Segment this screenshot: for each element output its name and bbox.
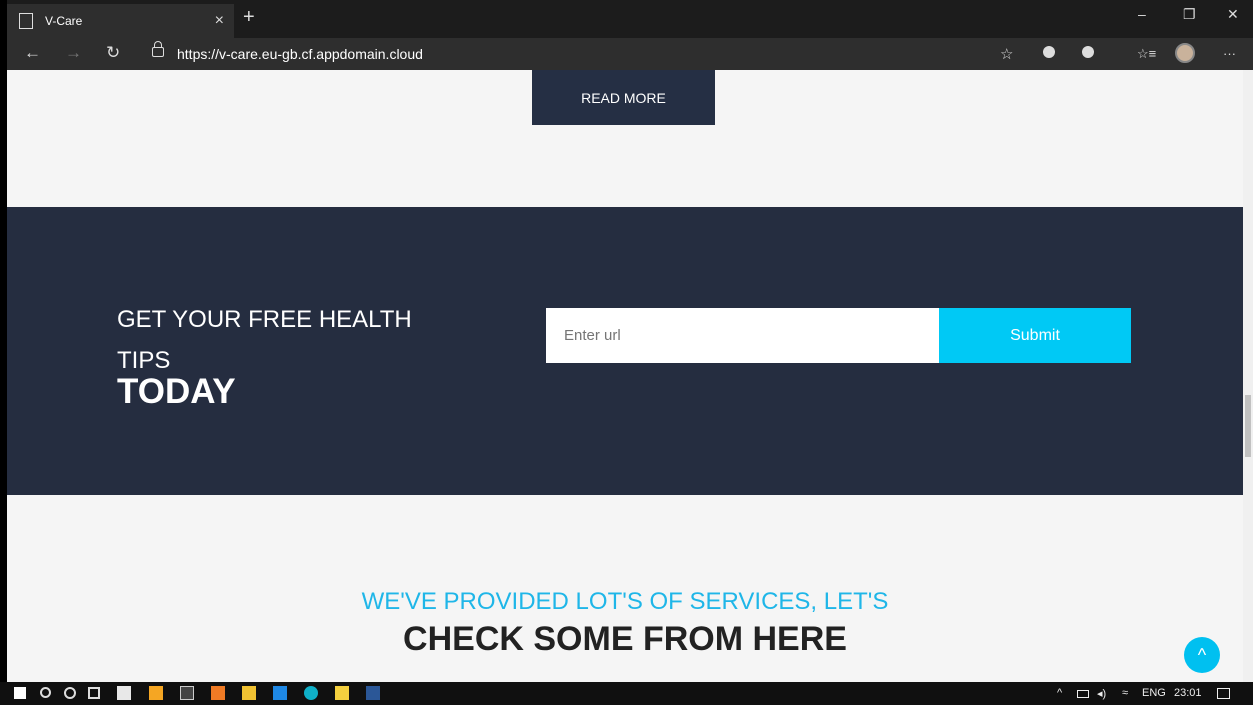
forward-button[interactable]: →	[65, 43, 82, 63]
maximize-button[interactable]: ❐	[1183, 6, 1196, 23]
extension-icon-2[interactable]	[1082, 46, 1094, 58]
cta-heading-bold: TODAY	[117, 372, 236, 411]
scrollbar-thumb[interactable]	[1245, 395, 1251, 457]
volume-icon[interactable]: ◂)	[1097, 687, 1106, 700]
health-tips-section: GET YOUR FREE HEALTH TIPS TODAY Submit	[7, 207, 1243, 495]
windows-start-icon[interactable]	[14, 687, 26, 699]
notifications-icon[interactable]	[1217, 688, 1230, 699]
sticky-notes-icon[interactable]	[335, 686, 349, 700]
terminal-icon[interactable]	[180, 686, 194, 700]
tab-close-icon[interactable]: ×	[215, 12, 224, 30]
windows-taskbar: ^ ◂) ≈ ENG 23:01	[0, 682, 1253, 705]
read-more-button[interactable]: READ MORE	[532, 70, 715, 125]
search-icon[interactable]	[40, 687, 51, 698]
services-title: CHECK SOME FROM HERE	[403, 620, 847, 658]
word-icon[interactable]	[366, 686, 380, 700]
refresh-button[interactable]: ↻	[106, 43, 120, 63]
chevron-up-icon: ^	[1197, 644, 1207, 665]
file-explorer-icon[interactable]	[242, 686, 256, 700]
battery-icon[interactable]	[1077, 690, 1089, 698]
store-icon[interactable]	[117, 686, 131, 700]
xampp-icon[interactable]	[211, 686, 225, 700]
edge-icon[interactable]	[304, 686, 318, 700]
submit-button[interactable]: Submit	[939, 308, 1131, 363]
new-tab-button[interactable]: +	[243, 6, 255, 29]
tray-arrow-icon[interactable]: ^	[1057, 687, 1062, 699]
cortana-icon[interactable]	[64, 687, 76, 699]
page-scrollbar[interactable]	[1243, 70, 1253, 682]
title-bar: V-Care × + – ❐ ✕	[7, 0, 1253, 38]
sublime-icon[interactable]	[149, 686, 163, 700]
wifi-icon[interactable]: ≈	[1122, 687, 1128, 699]
tab-title: V-Care	[45, 14, 83, 28]
language-indicator[interactable]: ENG	[1142, 687, 1166, 699]
services-subtitle: WE'VE PROVIDED LOT'S OF SERVICES, LET'S	[361, 588, 889, 615]
clock[interactable]: 23:01	[1174, 687, 1202, 699]
web-page: READ MORE GET YOUR FREE HEALTH TIPS TODA…	[7, 70, 1243, 682]
address-bar-row: ← → ↻ https://v-care.eu-gb.cf.appdomain.…	[7, 38, 1253, 70]
page-icon	[19, 13, 33, 29]
url-input[interactable]	[546, 308, 939, 363]
back-to-top-button[interactable]: ^	[1184, 637, 1220, 673]
close-window-button[interactable]: ✕	[1227, 6, 1239, 23]
task-view-icon[interactable]	[88, 687, 100, 699]
cta-heading: GET YOUR FREE HEALTH TIPS	[117, 306, 412, 374]
more-menu-icon[interactable]: ···	[1223, 46, 1236, 61]
mail-icon[interactable]	[273, 686, 287, 700]
extension-icon[interactable]	[1043, 46, 1055, 58]
lock-icon[interactable]	[152, 41, 164, 57]
address-input[interactable]: https://v-care.eu-gb.cf.appdomain.cloud	[177, 46, 423, 62]
favorite-star-icon[interactable]: ☆	[1000, 45, 1013, 63]
minimize-button[interactable]: –	[1138, 6, 1146, 22]
browser-window: V-Care × + – ❐ ✕ ← → ↻ https://v-care.eu…	[0, 0, 1253, 705]
browser-tab[interactable]: V-Care ×	[7, 4, 234, 38]
profile-avatar[interactable]	[1175, 43, 1195, 63]
favorites-icon[interactable]: ☆≡	[1137, 46, 1156, 62]
back-button[interactable]: ←	[24, 43, 41, 63]
